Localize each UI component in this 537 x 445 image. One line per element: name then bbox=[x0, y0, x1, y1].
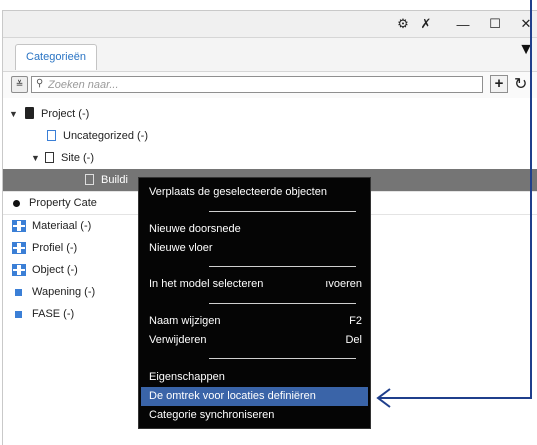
menu-item-label: Verwijderen bbox=[149, 334, 207, 346]
site-icon bbox=[45, 152, 54, 163]
gear-icon[interactable]: ⚙ bbox=[394, 15, 412, 33]
category-icon bbox=[47, 130, 56, 141]
menu-item-select-in-model[interactable]: In het model selecteren ıvoeren bbox=[141, 275, 368, 294]
expand-arrow-icon[interactable]: ▼ bbox=[31, 147, 40, 169]
menu-item-new-floor[interactable]: Nieuwe vloer bbox=[141, 239, 368, 258]
refresh-icon[interactable]: ↻ bbox=[514, 74, 527, 94]
menu-item-rename[interactable]: Naam wijzigen F2 bbox=[141, 312, 368, 331]
menu-separator bbox=[209, 211, 356, 212]
menu-item-define-location-outline[interactable]: De omtrek voor locaties definiëren bbox=[141, 387, 368, 406]
pin-icon[interactable]: ✗ bbox=[417, 15, 435, 33]
search-icon: ⚲ bbox=[36, 78, 44, 89]
square-icon bbox=[15, 289, 22, 296]
tree-row-label: FASE (-) bbox=[32, 308, 75, 320]
menu-item-label: Nieuwe doorsnede bbox=[149, 223, 241, 235]
tree-row-label: Project (-) bbox=[41, 108, 90, 120]
tree-row-label: Buildi bbox=[101, 174, 128, 186]
menu-item-label: De omtrek voor locaties definiëren bbox=[149, 390, 316, 402]
building-icon bbox=[85, 174, 94, 185]
menu-item-label: Eigenschappen bbox=[149, 371, 225, 383]
filter-button[interactable]: ≚ bbox=[11, 76, 28, 93]
tree-row-label: Profiel (-) bbox=[32, 242, 78, 254]
bullet-icon bbox=[13, 200, 20, 207]
maximize-icon[interactable]: ☐ bbox=[486, 15, 504, 33]
callout-line-horizontal bbox=[388, 397, 532, 399]
menu-separator bbox=[209, 358, 356, 359]
menu-item-shortcut: ıvoeren bbox=[325, 278, 362, 290]
toolbar: ≚ ⚲ + ↻ bbox=[3, 72, 537, 98]
menu-separator bbox=[209, 303, 356, 304]
tree-row-label: Object (-) bbox=[32, 264, 78, 276]
menu-item-label: Naam wijzigen bbox=[149, 315, 221, 327]
tree-row-label: Property Cate bbox=[29, 197, 97, 209]
title-bar: ⚙ ✗ — ☐ ✕ bbox=[3, 11, 537, 38]
menu-item-label: Nieuwe vloer bbox=[149, 242, 213, 254]
material-icon bbox=[12, 220, 26, 232]
callout-line-vertical bbox=[530, 0, 532, 398]
context-menu: Verplaats de geselecteerde objecten Nieu… bbox=[138, 177, 371, 429]
square-icon bbox=[15, 311, 22, 318]
tree-row-label: Uncategorized (-) bbox=[63, 130, 148, 142]
menu-item-properties[interactable]: Eigenschappen bbox=[141, 368, 368, 387]
menu-item-new-section[interactable]: Nieuwe doorsnede bbox=[141, 220, 368, 239]
tree-row-label: Wapening (-) bbox=[32, 286, 96, 298]
menu-item-sync-category[interactable]: Categorie synchroniseren bbox=[141, 406, 368, 425]
search-input[interactable] bbox=[48, 77, 468, 92]
search-box: ⚲ bbox=[31, 76, 483, 93]
minimize-icon[interactable]: — bbox=[454, 15, 472, 33]
menu-item-shortcut: Del bbox=[345, 334, 362, 346]
tree-row-project[interactable]: ▼ Project (-) bbox=[3, 103, 537, 125]
menu-item-label: Verplaats de geselecteerde objecten bbox=[149, 186, 327, 198]
tree-row-label: Materiaal (-) bbox=[32, 220, 92, 232]
close-icon[interactable]: ✕ bbox=[517, 15, 535, 33]
tree-row-uncategorized[interactable]: Uncategorized (-) bbox=[3, 125, 537, 147]
expand-arrow-icon[interactable]: ▼ bbox=[9, 103, 18, 125]
menu-separator bbox=[209, 266, 356, 267]
object-icon bbox=[12, 264, 26, 276]
tab-categorieen[interactable]: Categorieën bbox=[15, 44, 97, 70]
tree-row-label: Site (-) bbox=[61, 152, 94, 164]
menu-item-shortcut: F2 bbox=[349, 315, 362, 327]
menu-item-label: In het model selecteren bbox=[149, 278, 264, 290]
project-icon bbox=[25, 107, 34, 119]
callout-arrow-icon bbox=[376, 388, 394, 408]
menu-item-label: Categorie synchroniseren bbox=[149, 409, 275, 421]
profile-icon bbox=[12, 242, 26, 254]
menu-item-delete[interactable]: Verwijderen Del bbox=[141, 331, 368, 350]
tab-bar: Categorieën ▼ bbox=[3, 38, 537, 72]
tree-row-site[interactable]: ▼ Site (-) bbox=[3, 147, 537, 169]
add-button[interactable]: + bbox=[490, 75, 508, 93]
menu-item-move-selected[interactable]: Verplaats de geselecteerde objecten bbox=[141, 183, 368, 202]
